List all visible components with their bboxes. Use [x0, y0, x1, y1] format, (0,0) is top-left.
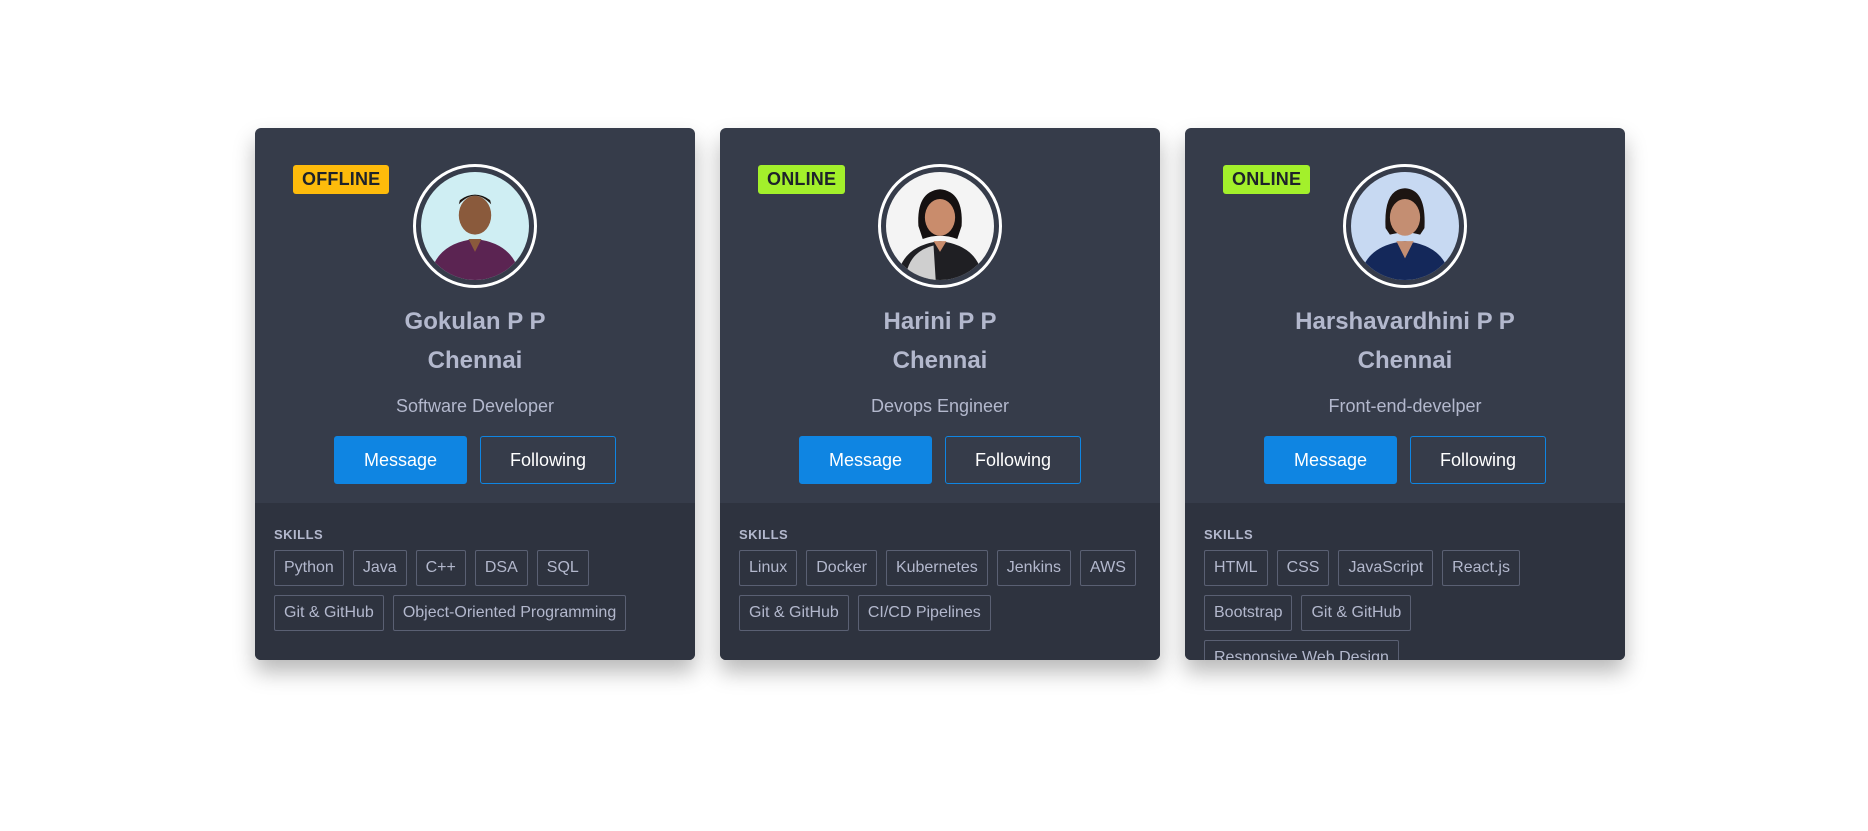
skill-tag: Python: [274, 550, 344, 586]
skill-tag: Responsive Web Design: [1204, 640, 1399, 660]
profile-name: Gokulan P P: [404, 308, 546, 335]
profile-photo: [886, 172, 994, 280]
card-actions: Message Following: [255, 436, 695, 484]
message-button[interactable]: Message: [799, 436, 932, 484]
profile-city: Chennai: [892, 347, 988, 374]
skill-tag: React.js: [1442, 550, 1520, 586]
profile-name: Harshavardhini P P: [1295, 308, 1515, 335]
profile-name: Harini P P: [883, 308, 997, 335]
card-header: OFFLINE Gokulan P P Chennai Software Dev…: [255, 128, 695, 503]
skill-tag: Object-Oriented Programming: [392, 595, 627, 631]
skill-tag: Bootstrap: [1204, 595, 1293, 631]
skill-list: Linux Docker Kubernetes Jenkins AWS Git …: [739, 550, 1141, 631]
card-actions: Message Following: [1185, 436, 1625, 484]
skills-heading: SKILLS: [274, 527, 324, 542]
skill-tag: Git & GitHub: [274, 595, 384, 631]
skill-list: HTML CSS JavaScript React.js Bootstrap G…: [1204, 550, 1606, 660]
profile-role: Front-end-develper: [1328, 396, 1482, 416]
skills-section: SKILLS HTML CSS JavaScript React.js Boot…: [1185, 503, 1625, 660]
skill-tag: Java: [352, 550, 407, 586]
skill-tag: CI/CD Pipelines: [857, 595, 991, 631]
profile-photo: [421, 172, 529, 280]
profile-card: ONLINE Harini P P Chennai Devops Enginee…: [720, 128, 1160, 660]
status-badge: ONLINE: [758, 165, 846, 194]
profile-role: Software Developer: [395, 396, 555, 416]
following-button[interactable]: Following: [480, 436, 616, 484]
skill-tag: Git & GitHub: [1301, 595, 1412, 631]
skill-tag: Kubernetes: [885, 550, 988, 586]
following-button[interactable]: Following: [1410, 436, 1546, 484]
avatar[interactable]: [878, 164, 1002, 288]
skills-heading: SKILLS: [739, 527, 789, 542]
skill-tag: Jenkins: [996, 550, 1072, 586]
skills-section: SKILLS Python Java C++ DSA SQL Git & Git…: [255, 503, 695, 660]
skill-list: Python Java C++ DSA SQL Git & GitHub Obj…: [274, 550, 676, 631]
message-button[interactable]: Message: [1264, 436, 1397, 484]
skills-heading: SKILLS: [1204, 527, 1254, 542]
skill-tag: C++: [415, 550, 466, 586]
avatar[interactable]: [413, 164, 537, 288]
profile-photo: [1351, 172, 1459, 280]
profile-cards-row: OFFLINE Gokulan P P Chennai Software Dev…: [255, 128, 1625, 660]
profile-card: ONLINE Harshavardhini P P Chennai Front-…: [1185, 128, 1625, 660]
skill-tag: CSS: [1276, 550, 1330, 586]
skill-tag: Linux: [739, 550, 798, 586]
profile-role: Devops Engineer: [870, 396, 1010, 416]
skill-tag: HTML: [1204, 550, 1268, 586]
avatar[interactable]: [1343, 164, 1467, 288]
message-button[interactable]: Message: [334, 436, 467, 484]
skill-tag: AWS: [1080, 550, 1136, 586]
status-badge: OFFLINE: [293, 165, 390, 194]
profile-card: OFFLINE Gokulan P P Chennai Software Dev…: [255, 128, 695, 660]
profile-city: Chennai: [1357, 347, 1453, 374]
status-badge: ONLINE: [1223, 165, 1311, 194]
skill-tag: Git & GitHub: [739, 595, 849, 631]
following-button[interactable]: Following: [945, 436, 1081, 484]
card-header: ONLINE Harini P P Chennai Devops Enginee…: [720, 128, 1160, 503]
card-header: ONLINE Harshavardhini P P Chennai Front-…: [1185, 128, 1625, 503]
card-actions: Message Following: [720, 436, 1160, 484]
skill-tag: SQL: [536, 550, 589, 586]
profile-city: Chennai: [427, 347, 523, 374]
skills-section: SKILLS Linux Docker Kubernetes Jenkins A…: [720, 503, 1160, 660]
skill-tag: DSA: [474, 550, 528, 586]
skill-tag: JavaScript: [1338, 550, 1434, 586]
skill-tag: Docker: [806, 550, 877, 586]
